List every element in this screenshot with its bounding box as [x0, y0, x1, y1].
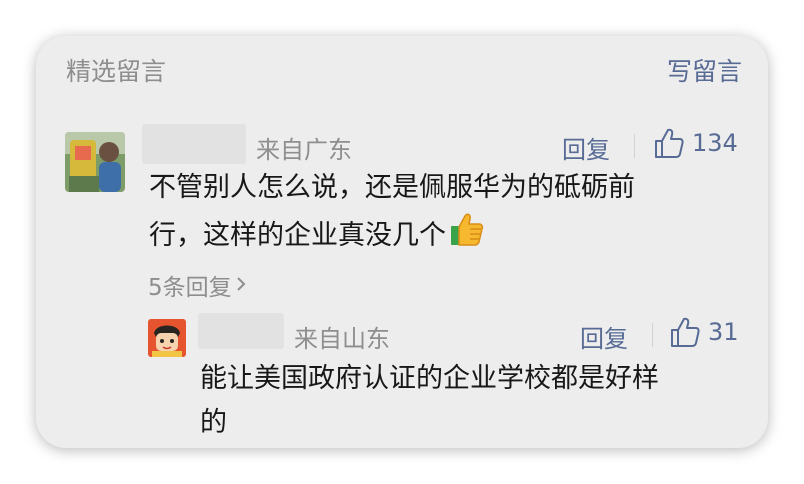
comment-line: 行，这样的企业真没几个	[149, 220, 446, 251]
reply-location: 来自山东	[294, 325, 390, 353]
username-blurred	[142, 124, 246, 164]
thumbs-up-icon	[654, 127, 684, 159]
write-comment-button[interactable]: 写留言	[667, 52, 742, 88]
comment-line-with-emoji: 行，这样的企业真没几个	[149, 210, 709, 262]
view-replies-label: 5条回复	[148, 275, 232, 301]
reply-like-button[interactable]: 31	[670, 316, 739, 348]
reply-avatar[interactable]	[148, 319, 186, 357]
view-replies-link[interactable]: 5条回复	[148, 268, 246, 302]
comments-card: 精选留言 写留言 来自广东 回复 134 不管别人怎么说，还是佩服华为的砥砺前 …	[36, 36, 768, 448]
chevron-right-icon	[236, 272, 246, 298]
comment-text: 不管别人怎么说，还是佩服华为的砥砺前 行，这样的企业真没几个	[149, 166, 709, 262]
reply-text: 能让美国政府认证的企业学校都是好样 的	[200, 357, 740, 445]
thumbs-up-icon	[670, 316, 700, 348]
reply-username-blurred	[198, 313, 284, 349]
reply-line: 的	[200, 407, 227, 438]
reply-button[interactable]: 回复	[562, 130, 610, 165]
comment-line: 不管别人怎么说，还是佩服华为的砥砺前	[149, 172, 635, 203]
like-button[interactable]: 134	[654, 127, 738, 159]
section-title: 精选留言	[66, 57, 167, 86]
thumbs-up-emoji-icon	[448, 210, 486, 262]
reply-like-count: 31	[708, 318, 739, 346]
divider	[634, 134, 635, 158]
avatar[interactable]	[65, 132, 125, 192]
reply-reply-button[interactable]: 回复	[580, 319, 628, 354]
divider	[652, 323, 653, 347]
like-count: 134	[692, 129, 738, 157]
comment-location: 来自广东	[256, 136, 352, 164]
reply-line: 能让美国政府认证的企业学校都是好样	[200, 363, 659, 394]
